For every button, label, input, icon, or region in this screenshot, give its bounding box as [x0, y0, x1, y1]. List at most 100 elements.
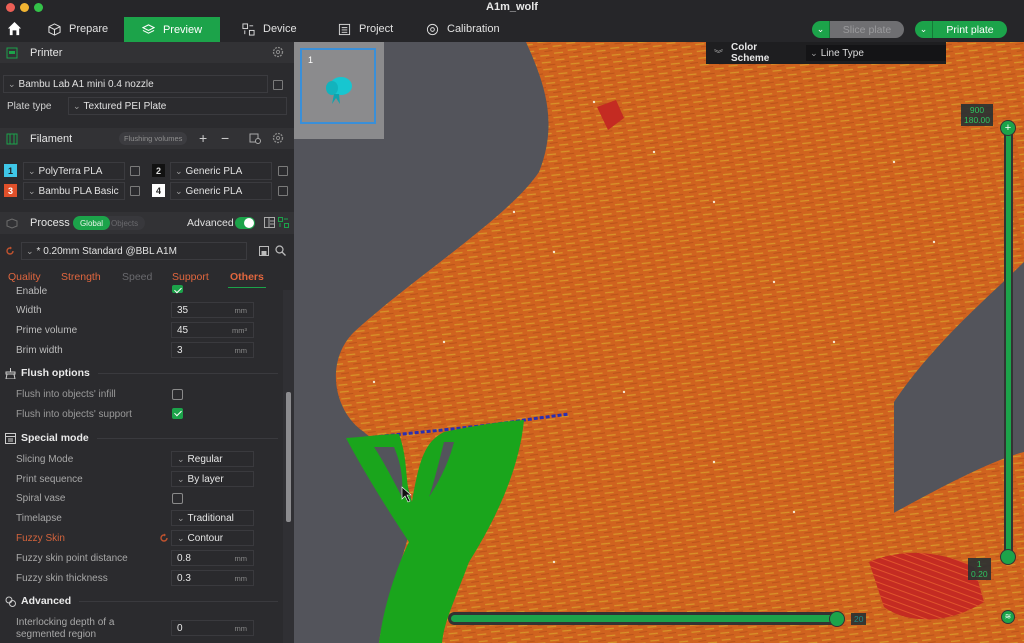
layer-slider-bottom-handle[interactable]	[1000, 549, 1016, 565]
fuzzy-point-distance-value: 0.8	[177, 552, 191, 564]
tab-preview[interactable]: Preview	[124, 17, 220, 42]
edit-filament-1-icon[interactable]	[130, 166, 140, 176]
print-plate-dropdown[interactable]: ⌄	[915, 21, 933, 38]
advanced-title: Advanced	[21, 595, 72, 607]
divider	[97, 372, 278, 374]
print-plate-split-button: ⌄ Print plate	[915, 21, 1007, 38]
brim-width-unit: mm	[234, 345, 248, 355]
objects-toggle-option[interactable]: Objects	[111, 216, 138, 230]
interlocking-depth-unit: mm	[234, 623, 248, 633]
global-toggle-option[interactable]: Global	[73, 216, 110, 230]
chevron-down-icon: ⌄	[177, 453, 185, 464]
prime-volume-value: 45	[177, 324, 189, 336]
filament-1-color-swatch[interactable]: 1	[4, 164, 17, 177]
brim-width-input[interactable]: 3 mm	[171, 342, 254, 358]
flush-infill-checkbox[interactable]	[172, 389, 183, 400]
process-preset-select[interactable]: ⌄ * 0.20mm Standard @BBL A1M	[21, 242, 247, 260]
spiral-vase-checkbox[interactable]	[172, 493, 183, 504]
width-input[interactable]: 35 mm	[171, 302, 254, 318]
printer-settings-gear-icon[interactable]	[272, 46, 284, 58]
print-sequence-value: By layer	[187, 473, 224, 485]
tab-quality[interactable]: Quality	[8, 271, 41, 283]
fuzzy-skin-select[interactable]: ⌄ Contour	[171, 530, 254, 546]
print-plate-button[interactable]: Print plate	[933, 21, 1007, 38]
layer-bottom-readout: 1 0.20	[968, 558, 991, 580]
edit-filament-3-icon[interactable]	[130, 186, 140, 196]
filament-1-select[interactable]: ⌄ PolyTerra PLA	[23, 162, 125, 180]
move-slider-handle[interactable]	[829, 611, 845, 627]
edit-filament-2-icon[interactable]	[278, 166, 288, 176]
layer-slider-track[interactable]	[1004, 127, 1013, 557]
chevron-down-icon: ⌄	[28, 185, 36, 196]
advanced-toggle[interactable]	[235, 217, 255, 229]
flush-infill-label: Flush into objects' infill	[16, 389, 116, 400]
slice-plate-button[interactable]: Slice plate	[830, 21, 904, 38]
fuzzy-point-distance-input[interactable]: 0.8 mm	[171, 550, 254, 566]
process-header-label: Process	[30, 217, 70, 229]
tab-speed[interactable]: Speed	[122, 271, 152, 283]
fuzzy-thickness-input[interactable]: 0.3 mm	[171, 570, 254, 586]
layers-toggle-button[interactable]: ≋	[1001, 610, 1015, 624]
layer-slider-top-handle[interactable]: +	[1000, 120, 1016, 136]
add-filament-button[interactable]: +	[199, 130, 207, 146]
interlocking-depth-input[interactable]: 0 mm	[171, 620, 254, 636]
tab-others[interactable]: Others	[230, 271, 264, 283]
project-icon	[338, 23, 351, 35]
tab-calibration[interactable]: Calibration	[416, 17, 510, 41]
flush-support-checkbox[interactable]	[172, 408, 183, 419]
compare-presets-icon[interactable]	[264, 217, 275, 228]
remove-filament-button[interactable]: −	[221, 130, 229, 146]
slice-plate-dropdown[interactable]: ⌄	[812, 21, 830, 38]
filament-3-select[interactable]: ⌄ Bambu PLA Basic	[23, 182, 125, 200]
save-preset-icon[interactable]	[259, 246, 269, 256]
edit-printer-icon[interactable]	[273, 80, 283, 90]
flushing-volumes-button[interactable]: Flushing volumes	[119, 132, 188, 145]
width-label: Width	[16, 305, 42, 316]
interlocking-label-line1: Interlocking depth of a	[16, 617, 115, 628]
tab-prepare[interactable]: Prepare	[38, 17, 118, 41]
color-scheme-select[interactable]: ⌄ Line Type	[806, 45, 946, 61]
filament-icon	[6, 133, 18, 145]
plate-type-value: Textured PEI Plate	[83, 100, 167, 112]
plate-thumbnail[interactable]: 1	[300, 48, 376, 124]
edit-filament-4-icon[interactable]	[278, 186, 288, 196]
filament-4-select[interactable]: ⌄ Generic PLA	[170, 182, 272, 200]
bottom-layer-number: 1	[976, 559, 982, 569]
tab-project[interactable]: Project	[328, 17, 403, 41]
timelapse-select[interactable]: ⌄ Traditional	[171, 510, 254, 526]
process-grid-icon[interactable]	[278, 217, 289, 228]
cube-icon	[48, 22, 61, 36]
interlocking-label-line2: segmented region	[16, 629, 97, 640]
tab-device[interactable]: Device	[232, 17, 307, 41]
collapse-chevron-icon[interactable]: ︾	[714, 47, 723, 60]
filament-2-select[interactable]: ⌄ Generic PLA	[170, 162, 272, 180]
model-render	[335, 42, 1024, 643]
enable-checkbox[interactable]	[172, 285, 183, 293]
color-scheme-value: Line Type	[820, 47, 864, 59]
plate-thumbnail-panel: 1	[294, 42, 384, 139]
print-sequence-select[interactable]: ⌄ By layer	[171, 471, 254, 487]
preview-viewport[interactable]: 1 ︾ Color Scheme ⌄ Line Type 900 180.00 +…	[294, 42, 1024, 643]
filament-4-color-swatch[interactable]: 4	[152, 184, 165, 197]
filament-4-name: Generic PLA	[185, 185, 243, 197]
home-button[interactable]	[4, 18, 24, 38]
printer-select[interactable]: ⌄ Bambu Lab A1 mini 0.4 nozzle	[3, 75, 268, 93]
tab-strength[interactable]: Strength	[61, 271, 101, 283]
home-icon	[7, 21, 21, 35]
sidebar-scrollbar-thumb[interactable]	[286, 392, 291, 522]
filament-settings-gear-icon[interactable]	[272, 132, 284, 144]
prime-volume-input[interactable]: 45 mm³	[171, 322, 254, 338]
tab-support[interactable]: Support	[172, 271, 209, 283]
filament-3-color-swatch[interactable]: 3	[4, 184, 17, 197]
reset-preset-icon[interactable]	[5, 246, 15, 256]
slicing-mode-select[interactable]: ⌄ Regular	[171, 451, 254, 467]
reset-fuzzy-skin-icon[interactable]	[159, 533, 169, 543]
filament-sync-icon[interactable]	[249, 132, 261, 144]
process-tabs: Quality Strength Speed Support Others	[0, 268, 294, 288]
fuzzy-skin-label: Fuzzy Skin	[16, 533, 65, 544]
move-slider-track[interactable]	[448, 612, 838, 625]
search-icon[interactable]	[275, 245, 286, 256]
filament-2-color-swatch[interactable]: 2	[152, 164, 165, 177]
plate-type-select[interactable]: ⌄ Textured PEI Plate	[68, 97, 287, 115]
fuzzy-point-distance-unit: mm	[234, 553, 248, 563]
